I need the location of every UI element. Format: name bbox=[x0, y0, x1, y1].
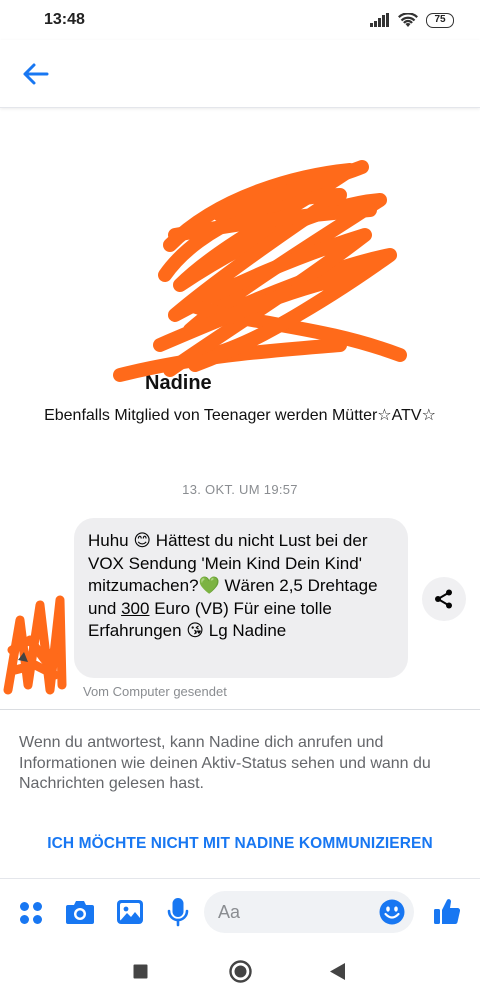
back-nav-button[interactable] bbox=[329, 962, 346, 986]
redaction-scribble bbox=[113, 160, 407, 382]
recents-button[interactable] bbox=[133, 964, 148, 984]
message-amount: 300 bbox=[121, 598, 150, 618]
apps-button[interactable] bbox=[17, 899, 45, 927]
shared-group-text: Ebenfalls Mitglied von Teenager werden M… bbox=[44, 407, 436, 424]
circle-icon bbox=[229, 960, 252, 983]
apps-icon bbox=[20, 902, 42, 924]
wifi-icon bbox=[398, 12, 418, 27]
share-icon bbox=[435, 589, 452, 609]
camera-icon bbox=[66, 901, 94, 924]
status-bar: 13:48 75 bbox=[0, 0, 480, 40]
conversation-header bbox=[0, 40, 480, 108]
battery-icon: 75 bbox=[426, 12, 454, 28]
thumbs-up-icon bbox=[434, 899, 461, 925]
share-button[interactable] bbox=[422, 577, 466, 621]
gallery-button[interactable] bbox=[115, 897, 145, 927]
sent-from-label: Vom Computer gesendet bbox=[83, 684, 227, 699]
microphone-button[interactable] bbox=[164, 896, 192, 928]
home-button[interactable] bbox=[229, 960, 252, 988]
gallery-icon bbox=[117, 900, 143, 924]
camera-button[interactable] bbox=[64, 897, 96, 927]
emoji-icon bbox=[379, 899, 405, 925]
square-icon bbox=[133, 964, 148, 979]
status-icons: 75 bbox=[370, 12, 454, 28]
sender-avatar-redacted bbox=[3, 595, 67, 695]
status-time: 13:48 bbox=[44, 11, 85, 28]
reply-notice: Wenn du antwortest, kann Nadine dich anr… bbox=[19, 734, 431, 792]
signal-icon bbox=[370, 13, 389, 27]
microphone-icon bbox=[167, 898, 189, 927]
composer-bar bbox=[0, 878, 480, 944]
message-bubble[interactable]: Huhu 😊 Hättest du nicht Lust bei der VOX… bbox=[74, 518, 408, 678]
arrow-left-icon bbox=[23, 63, 49, 84]
system-nav-bar bbox=[0, 944, 480, 1000]
block-contact-link[interactable]: ICH MÖCHTE NICHT MIT NADINE KOMMUNIZIERE… bbox=[0, 835, 480, 853]
message-timestamp: 13. OKT. UM 19:57 bbox=[182, 482, 298, 497]
emoji-button[interactable] bbox=[378, 898, 406, 926]
divider bbox=[0, 709, 480, 710]
like-button[interactable] bbox=[432, 895, 462, 927]
back-button[interactable] bbox=[18, 57, 52, 91]
triangle-back-icon bbox=[330, 963, 345, 980]
